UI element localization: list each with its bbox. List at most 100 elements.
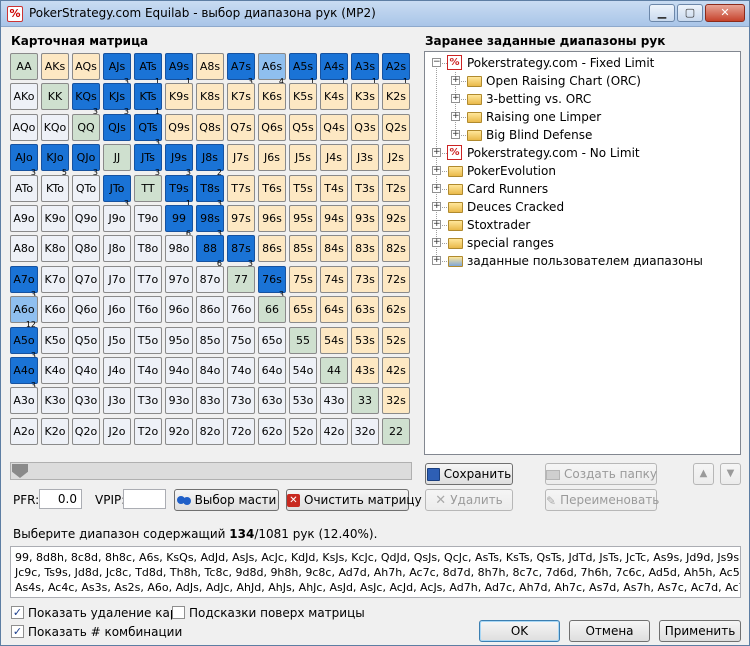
hand-cell[interactable]: A6o 12 bbox=[10, 296, 38, 329]
hand-cell[interactable]: K4o bbox=[41, 357, 69, 384]
hand-cell[interactable]: 65o bbox=[258, 327, 286, 354]
hand-cell[interactable]: J4o bbox=[103, 357, 131, 384]
show-combos-checkbox[interactable]: ✓ Показать # комбинации bbox=[11, 624, 182, 640]
hand-cell[interactable]: 54o bbox=[289, 357, 317, 384]
hand-cell[interactable]: J2o bbox=[103, 418, 131, 445]
hand-cell[interactable]: 93o bbox=[165, 387, 193, 414]
hand-cell[interactable]: K8o bbox=[41, 235, 69, 262]
hand-cell[interactable]: 75o bbox=[227, 327, 255, 354]
show-removal-checkbox[interactable]: ✓ Показать удаление карт bbox=[11, 605, 184, 621]
hand-cell[interactable]: Q6o bbox=[72, 296, 100, 323]
show-combos-box[interactable]: ✓ bbox=[11, 625, 24, 638]
tree-node[interactable]: +% Pokerstrategy.com - No Limit bbox=[425, 144, 735, 162]
hand-cell[interactable]: 64o bbox=[258, 357, 286, 384]
hand-cell[interactable]: 73o bbox=[227, 387, 255, 414]
expand-icon[interactable]: + bbox=[432, 220, 441, 229]
hand-cell[interactable]: 62s bbox=[382, 296, 410, 323]
hand-cell[interactable]: A3s 1 bbox=[351, 53, 379, 86]
hand-cell[interactable]: K7o bbox=[41, 266, 69, 293]
hand-cell[interactable]: A3o bbox=[10, 387, 38, 414]
hand-cell[interactable]: 52o bbox=[289, 418, 317, 445]
hand-cell[interactable]: A8o bbox=[10, 235, 38, 262]
tree-node[interactable]: + PokerEvolution bbox=[425, 162, 735, 180]
hand-cell[interactable]: Q2o bbox=[72, 418, 100, 445]
hand-cell[interactable]: 96o bbox=[165, 296, 193, 323]
hand-cell[interactable]: T7o bbox=[134, 266, 162, 293]
hand-cell[interactable]: 97s bbox=[227, 205, 255, 232]
hand-cell[interactable]: 55 bbox=[289, 327, 317, 354]
hand-cell[interactable]: 95s bbox=[289, 205, 317, 232]
hand-cell[interactable]: 87s 3 bbox=[227, 235, 255, 268]
show-removal-box[interactable]: ✓ bbox=[11, 606, 24, 619]
hand-cell[interactable]: 63s bbox=[351, 296, 379, 323]
collapse-icon[interactable]: − bbox=[432, 58, 441, 67]
hand-cell[interactable]: QQ bbox=[72, 114, 100, 141]
hand-cell[interactable]: KJo 5 bbox=[41, 144, 69, 177]
tree-node[interactable]: + Big Blind Defense bbox=[425, 126, 735, 144]
hand-cell[interactable]: AJs 3 bbox=[103, 53, 131, 86]
hand-cell[interactable]: 42s bbox=[382, 357, 410, 384]
hand-cell[interactable]: A6s 4 bbox=[258, 53, 286, 86]
hand-cell[interactable]: K9o bbox=[41, 205, 69, 232]
hand-cell[interactable]: Q6s bbox=[258, 114, 286, 141]
hand-cell[interactable]: 73s bbox=[351, 266, 379, 293]
hand-cell[interactable]: KTo bbox=[41, 175, 69, 202]
tree-node[interactable]: + Card Runners bbox=[425, 180, 735, 198]
pfr-input[interactable]: 0.0 bbox=[39, 489, 82, 509]
clear-matrix-button[interactable]: ✕ Очистить матрицу bbox=[286, 489, 422, 511]
hand-cell[interactable]: 74s bbox=[320, 266, 348, 293]
hand-cell[interactable]: AKs bbox=[41, 53, 69, 80]
hand-cell[interactable]: T9o bbox=[134, 205, 162, 232]
hand-cell[interactable]: T2s bbox=[382, 175, 410, 202]
hand-cell[interactable]: 72o bbox=[227, 418, 255, 445]
hand-cell[interactable]: 64s bbox=[320, 296, 348, 323]
move-up-button[interactable]: ▲ bbox=[693, 463, 714, 485]
hand-cell[interactable]: A7o 3 bbox=[10, 266, 38, 299]
rename-button[interactable]: ✎ Переименовать bbox=[545, 489, 659, 511]
expand-icon[interactable]: + bbox=[432, 202, 441, 211]
hand-cell[interactable]: J6o bbox=[103, 296, 131, 323]
hand-cell[interactable]: 98o bbox=[165, 235, 193, 262]
hand-cell[interactable]: J5s bbox=[289, 144, 317, 171]
vpip-input[interactable] bbox=[123, 489, 166, 509]
hand-cell[interactable]: A5o 3 bbox=[10, 327, 38, 360]
close-button[interactable]: ✕ bbox=[705, 4, 745, 22]
hand-cell[interactable]: T2o bbox=[134, 418, 162, 445]
hand-cell[interactable]: 83o bbox=[196, 387, 224, 414]
hand-cell[interactable]: QJo 3 bbox=[72, 144, 100, 177]
hand-cell[interactable]: 33 bbox=[351, 387, 379, 414]
hand-cell[interactable]: JTo 3 bbox=[103, 175, 131, 208]
hand-cell[interactable]: Q8s bbox=[196, 114, 224, 141]
expand-icon[interactable]: + bbox=[432, 184, 441, 193]
hand-cell[interactable]: AQo bbox=[10, 114, 38, 141]
hand-cell[interactable]: K4s bbox=[320, 83, 348, 110]
hand-cell[interactable]: 72s bbox=[382, 266, 410, 293]
hand-cell[interactable]: A5s 1 bbox=[289, 53, 317, 86]
hand-cell[interactable]: KJs 3 bbox=[103, 83, 131, 116]
hand-cell[interactable]: J3s bbox=[351, 144, 379, 171]
save-button[interactable]: Сохранить bbox=[425, 463, 513, 485]
hand-cell[interactable]: Q5o bbox=[72, 327, 100, 354]
hand-cell[interactable]: 86s bbox=[258, 235, 286, 262]
tooltips-box[interactable] bbox=[172, 606, 185, 619]
hand-cell[interactable]: Q3o bbox=[72, 387, 100, 414]
maximize-button[interactable]: ▢ bbox=[677, 4, 703, 22]
hand-cell[interactable]: 32o bbox=[351, 418, 379, 445]
hand-cell[interactable]: A9s 1 bbox=[165, 53, 193, 86]
hand-cell[interactable]: T3s bbox=[351, 175, 379, 202]
hand-cell[interactable]: T5o bbox=[134, 327, 162, 354]
hand-cell[interactable]: T9s 1 bbox=[165, 175, 193, 208]
tree-node[interactable]: + Open Raising Chart (ORC) bbox=[425, 72, 735, 90]
tree-node[interactable]: + Deuces Cracked bbox=[425, 198, 735, 216]
hand-cell[interactable]: K3s bbox=[351, 83, 379, 110]
hand-cell[interactable]: 99 6 bbox=[165, 205, 193, 238]
hand-cell[interactable]: K7s bbox=[227, 83, 255, 110]
minimize-button[interactable]: ▁ bbox=[649, 4, 675, 22]
hand-cell[interactable]: 94s bbox=[320, 205, 348, 232]
range-slider-thumb[interactable] bbox=[12, 464, 28, 478]
hand-cell[interactable]: 42o bbox=[320, 418, 348, 445]
hand-cell[interactable]: QTs 3 bbox=[134, 114, 162, 147]
tree-node[interactable]: +3-betting vs. ORC bbox=[425, 90, 735, 108]
suit-selection-button[interactable]: Выбор масти bbox=[174, 489, 279, 511]
hand-cell[interactable]: QJs bbox=[103, 114, 131, 141]
